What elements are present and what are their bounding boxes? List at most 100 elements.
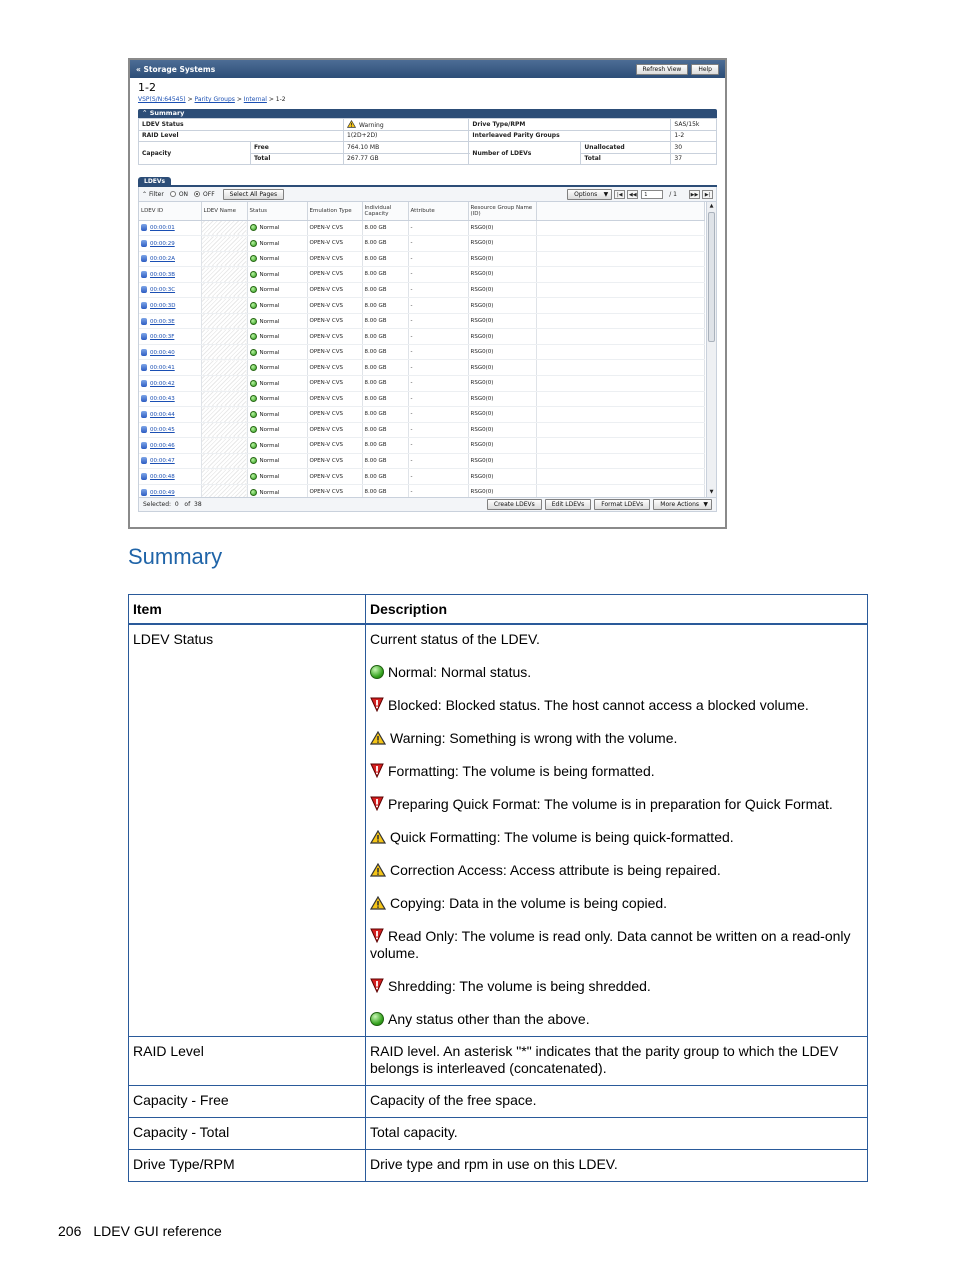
table-row: Capacity - Total Total capacity. — [128, 1117, 868, 1150]
table-row[interactable]: 00:00:3F Normal OPEN-V CVS 8.00 GB - RSG0(0) — [139, 328, 705, 345]
options-dropdown[interactable]: Options ▼ — [567, 188, 613, 200]
ldev-id-cell[interactable]: 00:00:3E — [139, 313, 202, 330]
table-row[interactable]: 00:00:49 Normal OPEN-V CVS 8.00 GB - RSG0(0) — [139, 484, 705, 497]
format-ldevs-button[interactable]: Format LDEVs — [594, 499, 651, 510]
attribute-cell: - — [408, 235, 469, 252]
description-cell: Total capacity. — [365, 1117, 868, 1150]
table-row[interactable]: 00:00:3E Normal OPEN-V CVS 8.00 GB - RSG0(0) — [139, 313, 705, 330]
page-footer: 206 LDEV GUI reference — [58, 1223, 222, 1239]
attribute-cell: - — [408, 422, 469, 439]
ldev-id-cell[interactable]: 00:00:49 — [139, 484, 202, 497]
table-row[interactable]: 00:00:01 Normal OPEN-V CVS 8.00 GB - RSG0(0) — [139, 220, 705, 237]
resource-group-cell: RSG0(0) — [468, 437, 537, 454]
ldev-id-cell[interactable]: 00:00:3B — [139, 266, 202, 283]
ldev-icon — [141, 270, 147, 278]
breadcrumb-storage[interactable]: VSP(S/N:64545) — [138, 96, 186, 103]
attribute-cell: - — [408, 391, 469, 408]
ldev-icon — [141, 395, 147, 403]
ldev-icon — [141, 348, 147, 356]
capacity-cell: 8.00 GB — [362, 453, 409, 470]
normal-status-icon — [249, 224, 257, 232]
table-row[interactable]: 00:00:44 Normal OPEN-V CVS 8.00 GB - RSG0(0) — [139, 406, 705, 423]
ldev-id-cell[interactable]: 00:00:48 — [139, 468, 202, 485]
next-page-icon[interactable]: ▶▶ — [689, 189, 700, 199]
scroll-down-icon[interactable]: ▼ — [707, 488, 716, 497]
resource-group-cell: RSG0(0) — [468, 359, 537, 376]
warning-icon — [370, 830, 386, 844]
ldev-id-cell[interactable]: 00:00:47 — [139, 453, 202, 470]
emulation-cell: OPEN-V CVS — [307, 220, 363, 237]
attribute-cell: - — [408, 359, 469, 376]
collapse-icon[interactable]: ⌃ — [142, 109, 147, 117]
status-entry: Warning: Something is wrong with the vol… — [370, 730, 863, 747]
select-all-pages-button[interactable]: Select All Pages — [222, 188, 285, 200]
edit-ldevs-button[interactable]: Edit LDEVs — [544, 499, 592, 510]
table-row[interactable]: 00:00:42 Normal OPEN-V CVS 8.00 GB - RSG0(0) — [139, 375, 705, 392]
ldev-id-cell[interactable]: 00:00:45 — [139, 422, 202, 439]
col-status[interactable]: Status — [247, 202, 308, 221]
col-resource-group[interactable]: Resource Group Name (ID) — [468, 202, 537, 221]
ldev-id-cell[interactable]: 00:00:3D — [139, 297, 202, 314]
ldev-id-cell[interactable]: 00:00:29 — [139, 235, 202, 252]
breadcrumb-internal[interactable]: Internal — [244, 96, 267, 103]
scroll-thumb[interactable] — [708, 212, 715, 342]
table-row[interactable]: 00:00:3C Normal OPEN-V CVS 8.00 GB - RSG0(0) — [139, 282, 705, 299]
page-number-input[interactable]: 1 — [641, 189, 664, 199]
table-row[interactable]: 00:00:47 Normal OPEN-V CVS 8.00 GB - RSG0(0) — [139, 453, 705, 470]
table-row[interactable]: 00:00:29 Normal OPEN-V CVS 8.00 GB - RSG0(0) — [139, 235, 705, 252]
total-count: 38 — [194, 501, 202, 508]
more-actions-button[interactable]: More Actions ▼ — [653, 499, 712, 510]
ldev-id-cell[interactable]: 00:00:2A — [139, 251, 202, 268]
section-title: Summary — [128, 544, 223, 569]
ldev-id-cell[interactable]: 00:00:46 — [139, 437, 202, 454]
ldev-id-cell[interactable]: 00:00:01 — [139, 220, 202, 237]
attribute-cell: - — [408, 220, 469, 237]
scroll-up-icon[interactable]: ▲ — [707, 202, 716, 211]
tab-ldevs[interactable]: LDEVs — [138, 177, 172, 187]
status-entry: Normal: Normal status. — [370, 664, 863, 681]
ldev-grid: LDEV ID LDEV Name Status Emulation Type … — [138, 201, 717, 498]
blocked-icon — [370, 697, 384, 712]
ldev-name-cell — [201, 437, 248, 454]
table-row[interactable]: 00:00:3B Normal OPEN-V CVS 8.00 GB - RSG0(0) — [139, 266, 705, 283]
ldev-name-cell — [201, 297, 248, 314]
prev-page-icon[interactable]: ◀◀ — [627, 189, 639, 199]
col-attribute[interactable]: Attribute — [408, 202, 469, 221]
create-ldevs-button[interactable]: Create LDEVs — [486, 499, 542, 510]
table-row[interactable]: 00:00:45 Normal OPEN-V CVS 8.00 GB - RSG0(0) — [139, 422, 705, 439]
status-cell: Normal — [247, 437, 308, 454]
filter-toggle-icon[interactable]: ⌃ — [142, 191, 147, 198]
ldev-id-cell[interactable]: 00:00:40 — [139, 344, 202, 361]
filter-on-radio[interactable] — [169, 191, 176, 197]
first-page-icon[interactable]: |◀ — [614, 189, 626, 199]
status-cell: Normal — [247, 391, 308, 408]
refresh-view-button[interactable]: Refresh View — [635, 63, 689, 75]
ldev-id-cell[interactable]: 00:00:43 — [139, 391, 202, 408]
help-button[interactable]: Help — [691, 63, 719, 75]
col-individual-capacity[interactable]: Individual Capacity — [362, 202, 409, 221]
filter-off-radio[interactable] — [194, 191, 201, 197]
table-row[interactable]: 00:00:43 Normal OPEN-V CVS 8.00 GB - RSG0(0) — [139, 391, 705, 408]
ldev-id-cell[interactable]: 00:00:44 — [139, 406, 202, 423]
resource-group-cell: RSG0(0) — [468, 453, 537, 470]
table-row[interactable]: 00:00:41 Normal OPEN-V CVS 8.00 GB - RSG0(0) — [139, 359, 705, 376]
col-ldev-name[interactable]: LDEV Name — [201, 202, 248, 221]
grid-scrollbar[interactable]: ▲ ▼ — [706, 202, 716, 497]
table-row[interactable]: 00:00:48 Normal OPEN-V CVS 8.00 GB - RSG0(0) — [139, 468, 705, 485]
summary-header[interactable]: ⌃ Summary — [138, 109, 717, 118]
collapse-chevron-icon[interactable]: « — [136, 65, 141, 74]
table-row[interactable]: 00:00:46 Normal OPEN-V CVS 8.00 GB - RSG0(0) — [139, 437, 705, 454]
col-emulation-type[interactable]: Emulation Type — [307, 202, 363, 221]
table-row[interactable]: 00:00:40 Normal OPEN-V CVS 8.00 GB - RSG0(0) — [139, 344, 705, 361]
table-row[interactable]: 00:00:3D Normal OPEN-V CVS 8.00 GB - RSG0(0) — [139, 297, 705, 314]
ldev-name-cell — [201, 266, 248, 283]
table-row[interactable]: 00:00:2A Normal OPEN-V CVS 8.00 GB - RSG0(0) — [139, 251, 705, 268]
capacity-cell: 8.00 GB — [362, 422, 409, 439]
ldev-id-cell[interactable]: 00:00:41 — [139, 359, 202, 376]
ldev-id-cell[interactable]: 00:00:3F — [139, 328, 202, 345]
last-page-icon[interactable]: ▶| — [702, 189, 713, 199]
ldev-id-cell[interactable]: 00:00:3C — [139, 282, 202, 299]
col-ldev-id[interactable]: LDEV ID — [139, 202, 202, 221]
ldev-id-cell[interactable]: 00:00:42 — [139, 375, 202, 392]
breadcrumb-parity-groups[interactable]: Parity Groups — [195, 96, 235, 103]
